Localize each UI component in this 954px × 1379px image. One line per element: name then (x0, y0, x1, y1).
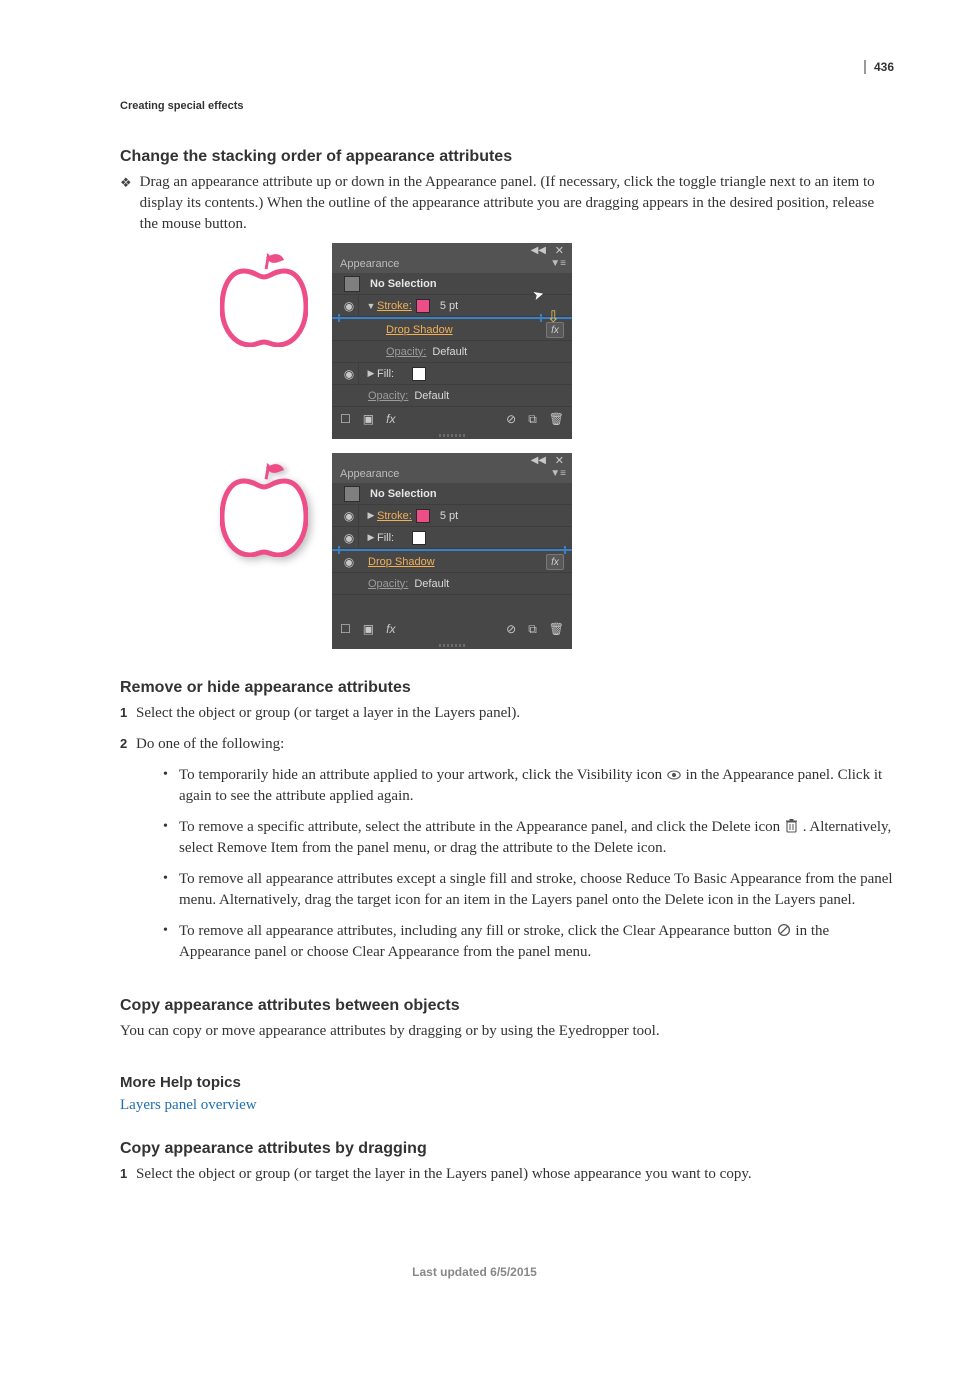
no-selection-label: No Selection (370, 488, 437, 500)
opacity-value: Default (432, 346, 467, 358)
visibility-icon[interactable]: ◉ (340, 555, 358, 569)
delete-item-icon[interactable]: 🗑 (549, 412, 564, 426)
opacity-value: Default (414, 578, 449, 590)
drop-shadow-label[interactable]: Drop Shadow (386, 324, 453, 336)
opacity-label[interactable]: Opacity: (368, 578, 408, 590)
bullet-2-text: To remove a specific attribute, select t… (179, 817, 894, 859)
panel-resize-grip[interactable] (332, 641, 572, 649)
panel-menu-icon[interactable]: ▼≡ (550, 258, 566, 269)
opacity-value: Default (414, 390, 449, 402)
stroke-row[interactable]: ◉ ▶ Stroke: 5 pt (332, 505, 572, 527)
apple-shape-icon (220, 265, 308, 347)
add-effect-icon[interactable]: fx (386, 412, 395, 426)
last-updated: Last updated 6/5/2015 (55, 1265, 894, 1279)
target-thumbnail-icon (344, 486, 360, 502)
section-3-body: You can copy or move appearance attribut… (120, 1021, 894, 1042)
bullet-icon: • (163, 819, 179, 835)
bullet-4-text: To remove all appearance attributes, inc… (179, 921, 894, 963)
fill-swatch[interactable] (412, 367, 426, 381)
add-effect-icon[interactable]: fx (386, 622, 395, 636)
visibility-icon[interactable]: ◉ (340, 299, 358, 313)
stroke-value: 5 pt (440, 300, 458, 312)
fill-swatch[interactable] (412, 531, 426, 545)
opacity-row[interactable]: Opacity: Default (332, 385, 572, 407)
panel-target-header: No Selection (332, 273, 572, 295)
apple-shape-icon (220, 475, 308, 557)
visibility-icon[interactable]: ◉ (340, 531, 358, 545)
visibility-icon (667, 769, 681, 781)
page-number: 436 (864, 60, 894, 74)
apple-illustration-before (220, 251, 308, 347)
section-title-stacking: Change the stacking order of appearance … (120, 148, 894, 166)
new-art-maintain-icon[interactable]: ▣ (363, 412, 374, 426)
bullet-3-text: To remove all appearance attributes exce… (179, 869, 894, 911)
opacity-label[interactable]: Opacity: (368, 390, 408, 402)
appearance-panel-before: ◀◀ ✕ Appearance ▼≡ No Selection ◉ ▼ (332, 243, 572, 439)
opacity-row[interactable]: Opacity: Default (332, 573, 572, 595)
disclosure-triangle-icon[interactable]: ▶ (365, 510, 377, 521)
clear-appearance-icon[interactable]: ⊘ (506, 622, 516, 636)
figure-appearance-reorder: ◀◀ ✕ Appearance ▼≡ No Selection ◉ ▼ (220, 243, 894, 649)
opacity-row[interactable]: Opacity: Default (332, 341, 572, 363)
opacity-label[interactable]: Opacity: (386, 346, 426, 358)
visibility-icon[interactable]: ◉ (340, 509, 358, 523)
section-title-copy: Copy appearance attributes between objec… (120, 997, 894, 1015)
fx-badge-icon[interactable]: fx (546, 554, 564, 570)
fill-row[interactable]: ◉ ▶ Fill: (332, 527, 572, 549)
layers-panel-overview-link[interactable]: Layers panel overview (120, 1097, 257, 1113)
drop-shadow-row[interactable]: Drop Shadow fx (332, 319, 572, 341)
new-art-basic-icon[interactable]: ☐ (340, 412, 351, 426)
panel-target-header: No Selection (332, 483, 572, 505)
target-thumbnail-icon (344, 276, 360, 292)
stroke-swatch[interactable] (416, 299, 430, 313)
bullet-icon: • (163, 871, 179, 887)
fx-badge-icon[interactable]: fx (546, 322, 564, 338)
bullet-icon: • (163, 767, 179, 783)
disclosure-triangle-icon[interactable]: ▼ (365, 301, 377, 311)
step-2-text: Do one of the following: (136, 734, 894, 755)
section-title-remove: Remove or hide appearance attributes (120, 679, 894, 697)
appearance-panel-after: ◀◀ ✕ Appearance ▼≡ No Selection ◉ ▶ (332, 453, 572, 649)
delete-item-icon[interactable]: 🗑 (549, 622, 564, 636)
step-1-text: Select the object or group (or target a … (136, 703, 894, 724)
clear-appearance-icon[interactable]: ⊘ (506, 412, 516, 426)
duplicate-item-icon[interactable]: ⧉ (528, 412, 537, 427)
duplicate-item-icon[interactable]: ⧉ (528, 622, 537, 637)
fill-label: Fill: (377, 368, 394, 380)
new-art-maintain-icon[interactable]: ▣ (363, 622, 374, 636)
step-number-1: 1 (120, 1166, 136, 1181)
stroke-swatch[interactable] (416, 509, 430, 523)
bullet-1-text: To temporarily hide an attribute applied… (179, 765, 894, 807)
fill-label: Fill: (377, 532, 394, 544)
diamond-bullet-icon: ❖ (120, 174, 132, 192)
step-number-2: 2 (120, 736, 136, 751)
stroke-value: 5 pt (440, 510, 458, 522)
disclosure-triangle-icon[interactable]: ▶ (365, 532, 377, 543)
drop-shadow-row[interactable]: ◉ Drop Shadow fx (332, 551, 572, 573)
more-help-heading: More Help topics (120, 1074, 894, 1091)
empty-row (332, 595, 572, 617)
apple-illustration-after (220, 461, 308, 557)
clear-appearance-icon (777, 923, 791, 937)
disclosure-triangle-icon[interactable]: ▶ (365, 368, 377, 379)
drop-shadow-label[interactable]: Drop Shadow (368, 556, 435, 568)
stroke-row[interactable]: ◉ ▼ Stroke: 5 pt (332, 295, 572, 317)
panel-resize-grip[interactable] (332, 431, 572, 439)
section-title-copy-drag: Copy appearance attributes by dragging (120, 1140, 894, 1158)
bullet-icon: • (163, 923, 179, 939)
step-1-text: Select the object or group (or target th… (136, 1164, 894, 1185)
running-header: Creating special effects (120, 100, 894, 112)
new-art-basic-icon[interactable]: ☐ (340, 622, 351, 636)
trash-icon (785, 819, 798, 833)
visibility-icon[interactable]: ◉ (340, 367, 358, 381)
appearance-tab[interactable]: Appearance (332, 465, 407, 483)
appearance-tab[interactable]: Appearance (332, 255, 407, 273)
stroke-label[interactable]: Stroke: (377, 510, 412, 522)
section-1-body: Drag an appearance attribute up or down … (140, 172, 894, 235)
stroke-label[interactable]: Stroke: (377, 300, 412, 312)
no-selection-label: No Selection (370, 278, 437, 290)
fill-row[interactable]: ◉ ▶ Fill: (332, 363, 572, 385)
panel-menu-icon[interactable]: ▼≡ (550, 468, 566, 479)
step-number-1: 1 (120, 705, 136, 720)
